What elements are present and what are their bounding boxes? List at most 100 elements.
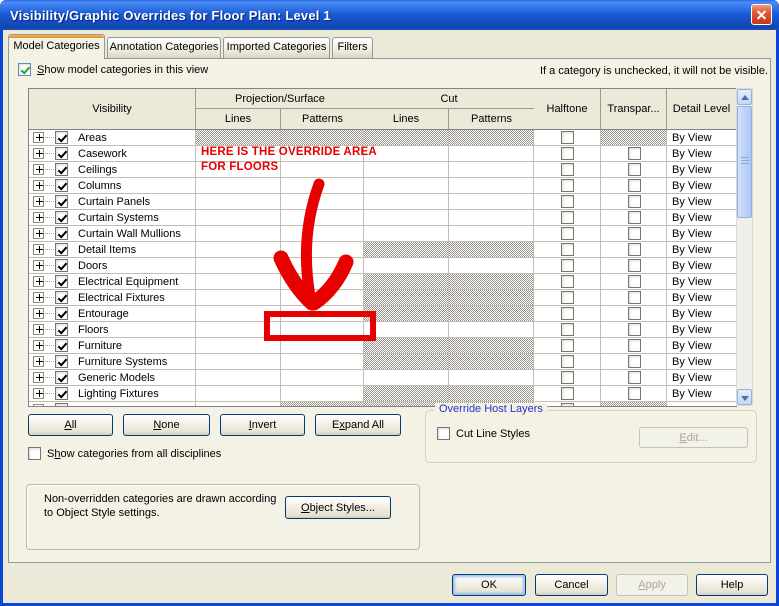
cut-lines-cell[interactable] — [364, 162, 449, 177]
titlebar[interactable]: Visibility/Graphic Overrides for Floor P… — [0, 0, 779, 30]
edit-button[interactable]: Edit... — [639, 427, 748, 448]
category-visibility-checkbox[interactable] — [55, 339, 68, 352]
detail-level-cell[interactable]: By View — [667, 146, 736, 161]
halftone-checkbox[interactable] — [561, 211, 574, 224]
projection-patterns-cell[interactable] — [281, 370, 364, 385]
cut-lines-cell[interactable] — [364, 370, 449, 385]
expand-plus-icon[interactable] — [33, 260, 44, 271]
detail-level-cell[interactable]: By View — [667, 306, 736, 321]
halftone-checkbox[interactable] — [561, 291, 574, 304]
projection-patterns-cell[interactable] — [281, 386, 364, 401]
halftone-checkbox[interactable] — [561, 243, 574, 256]
projection-lines-cell[interactable] — [196, 178, 281, 193]
table-scrollbar[interactable] — [736, 88, 753, 406]
projection-lines-cell[interactable] — [196, 370, 281, 385]
cut-lines-cell[interactable] — [364, 226, 449, 241]
cut-lines-cell[interactable] — [364, 194, 449, 209]
detail-level-cell[interactable]: By View — [667, 258, 736, 273]
tab-model-categories[interactable]: Model Categories — [8, 34, 105, 59]
halftone-checkbox[interactable] — [561, 355, 574, 368]
cut-patterns-cell[interactable] — [449, 226, 534, 241]
detail-level-cell[interactable]: By View — [667, 178, 736, 193]
expand-all-button[interactable]: Ex pand All — [315, 414, 401, 436]
halftone-checkbox[interactable] — [561, 339, 574, 352]
none-button[interactable]: None — [123, 414, 210, 436]
category-visibility-checkbox[interactable] — [55, 275, 68, 288]
detail-level-cell[interactable]: By View — [667, 210, 736, 225]
halftone-checkbox[interactable] — [561, 179, 574, 192]
cut-lines-cell[interactable] — [364, 130, 449, 145]
cut-lines-cell[interactable] — [364, 274, 449, 289]
expand-plus-icon[interactable] — [33, 196, 44, 207]
category-visibility-checkbox[interactable] — [55, 403, 68, 406]
cut-lines-cell[interactable] — [364, 354, 449, 369]
object-styles-button[interactable]: Object Styles... — [285, 496, 391, 519]
halftone-checkbox[interactable] — [561, 307, 574, 320]
projection-lines-cell[interactable] — [196, 354, 281, 369]
category-visibility-checkbox[interactable] — [55, 307, 68, 320]
projection-patterns-cell[interactable] — [281, 258, 364, 273]
projection-lines-cell[interactable] — [196, 226, 281, 241]
detail-level-cell[interactable]: By View — [667, 162, 736, 177]
ok-button[interactable]: OK — [452, 574, 526, 596]
cut-lines-cell[interactable] — [364, 178, 449, 193]
category-visibility-checkbox[interactable] — [55, 131, 68, 144]
projection-patterns-cell[interactable] — [281, 162, 364, 177]
cut-lines-cell[interactable] — [364, 322, 449, 337]
cut-patterns-cell[interactable] — [449, 306, 534, 321]
halftone-checkbox[interactable] — [561, 195, 574, 208]
cut-patterns-cell[interactable] — [449, 354, 534, 369]
halftone-checkbox[interactable] — [561, 371, 574, 384]
cut-lines-cell[interactable] — [364, 338, 449, 353]
projection-lines-cell[interactable] — [196, 194, 281, 209]
halftone-checkbox[interactable] — [561, 403, 574, 406]
show-model-categories-checkbox[interactable] — [18, 63, 31, 76]
transparent-checkbox[interactable] — [627, 163, 641, 176]
projection-patterns-cell[interactable] — [281, 274, 364, 289]
projection-patterns-cell[interactable] — [281, 178, 364, 193]
tab-filters[interactable]: Filters — [332, 37, 373, 58]
transparent-checkbox[interactable] — [627, 307, 641, 320]
cut-patterns-cell[interactable] — [449, 386, 534, 401]
cut-patterns-cell[interactable] — [449, 194, 534, 209]
category-visibility-checkbox[interactable] — [55, 243, 68, 256]
projection-lines-cell[interactable] — [196, 402, 281, 406]
detail-level-cell[interactable]: By View — [667, 226, 736, 241]
expand-plus-icon[interactable] — [33, 180, 44, 191]
cut-patterns-cell[interactable] — [449, 258, 534, 273]
expand-plus-icon[interactable] — [33, 228, 44, 239]
transparent-checkbox[interactable] — [627, 227, 641, 240]
projection-lines-cell[interactable] — [196, 290, 281, 305]
detail-level-cell[interactable]: By View — [667, 290, 736, 305]
scrollbar-thumb[interactable] — [737, 106, 752, 218]
cut-lines-cell[interactable] — [364, 210, 449, 225]
projection-lines-cell[interactable] — [196, 242, 281, 257]
help-button[interactable]: Help — [696, 574, 768, 596]
transparent-checkbox[interactable] — [627, 211, 641, 224]
expand-plus-icon[interactable] — [33, 340, 44, 351]
expand-plus-icon[interactable] — [33, 324, 44, 335]
detail-level-cell[interactable]: By View — [667, 130, 736, 145]
projection-lines-cell[interactable] — [196, 258, 281, 273]
expand-plus-icon[interactable] — [33, 356, 44, 367]
cut-lines-cell[interactable] — [364, 290, 449, 305]
close-button[interactable] — [751, 4, 772, 25]
cut-patterns-cell[interactable] — [449, 322, 534, 337]
detail-level-cell[interactable]: By View — [667, 370, 736, 385]
category-visibility-checkbox[interactable] — [55, 179, 68, 192]
scroll-down-button[interactable] — [737, 389, 752, 405]
category-visibility-checkbox[interactable] — [55, 163, 68, 176]
cut-patterns-cell[interactable] — [449, 338, 534, 353]
transparent-checkbox[interactable] — [627, 387, 641, 400]
transparent-checkbox[interactable] — [627, 371, 641, 384]
expand-plus-icon[interactable] — [33, 244, 44, 255]
cut-patterns-cell[interactable] — [449, 290, 534, 305]
detail-level-cell[interactable]: By View — [667, 274, 736, 289]
category-visibility-checkbox[interactable] — [55, 387, 68, 400]
all-button[interactable]: All — [28, 414, 113, 436]
expand-plus-icon[interactable] — [33, 404, 44, 406]
halftone-checkbox[interactable] — [561, 259, 574, 272]
projection-patterns-cell[interactable] — [281, 130, 364, 145]
halftone-checkbox[interactable] — [561, 387, 574, 400]
transparent-checkbox[interactable] — [627, 147, 641, 160]
